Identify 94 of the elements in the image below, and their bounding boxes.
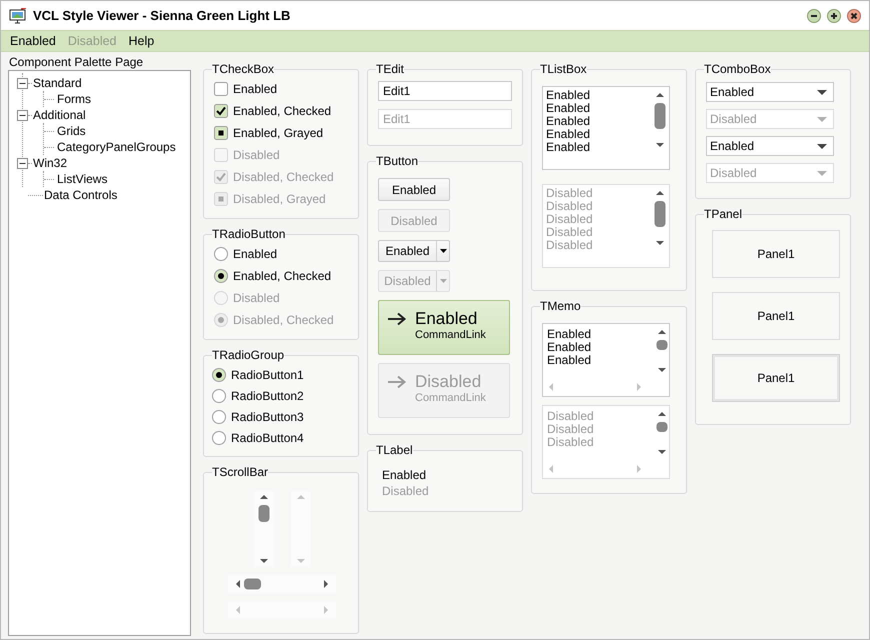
list-item[interactable]: Enabled <box>546 89 650 102</box>
text-field: Edit1 <box>378 109 512 129</box>
checkbox-label[interactable]: Enabled <box>233 82 278 96</box>
panel: Panel1 <box>712 230 840 278</box>
radio-label[interactable]: RadioButton3 <box>231 410 304 424</box>
list-box[interactable]: Enabled Enabled Enabled Enabled Enabled <box>542 86 670 170</box>
app-icon <box>9 8 27 24</box>
radio-button[interactable] <box>212 430 226 444</box>
list-item[interactable]: Enabled <box>546 128 650 141</box>
radio-label: Disabled, Checked <box>233 313 334 327</box>
maximize-button[interactable] <box>827 8 841 22</box>
tree-item[interactable]: Additional <box>33 108 86 122</box>
combo-box: Disabled <box>706 163 834 183</box>
command-link[interactable]: Enabled CommandLink <box>378 300 510 355</box>
window-title: VCL Style Viewer - Sienna Green Light LB <box>33 8 292 23</box>
collapse-icon[interactable] <box>17 78 28 88</box>
caret-icon <box>440 249 446 253</box>
group-title: TLabel <box>376 443 413 457</box>
tree-item[interactable]: CategoryPanelGroups <box>57 140 176 154</box>
collapse-icon[interactable] <box>17 110 28 120</box>
tree-view[interactable]: Standard Forms Additional Grids CategoryPanelGroups Win32 ListViews Data Controls <box>8 70 191 636</box>
split-button: Disabled <box>378 270 450 292</box>
list-item[interactable]: Enabled <box>546 102 650 115</box>
checkbox-label: Disabled, Grayed <box>233 192 326 206</box>
panel: Panel1 <box>712 292 840 340</box>
list-item: Disabled <box>546 200 594 213</box>
tree-item[interactable]: Data Controls <box>44 188 118 202</box>
group-title: TButton <box>376 154 418 168</box>
tree-item[interactable]: ListViews <box>57 172 108 186</box>
push-button[interactable]: Enabled <box>378 178 450 201</box>
minimize-button[interactable] <box>807 8 821 22</box>
radio-label[interactable]: RadioButton2 <box>231 388 304 402</box>
checkbox-label[interactable]: Enabled, Checked <box>233 104 332 118</box>
tree-item[interactable]: Win32 <box>33 156 68 170</box>
group-title: TRadioButton <box>212 227 286 241</box>
label-text: Disabled <box>382 483 430 499</box>
menu-item[interactable]: Enabled <box>5 34 61 48</box>
text-field[interactable]: Edit1 <box>378 81 512 101</box>
tree-item[interactable]: Grids <box>57 124 86 138</box>
radio-label: Disabled <box>233 291 280 305</box>
memo-field[interactable]: Enabled Enabled Enabled <box>542 323 670 397</box>
combo-box: Disabled <box>706 109 834 129</box>
combo-box[interactable]: Enabled <box>706 82 834 102</box>
memo-text: Enabled Enabled Enabled <box>546 326 592 369</box>
section-label: Component Palette Page <box>8 54 144 70</box>
memo-text: Disabled Disabled Disabled <box>546 408 595 451</box>
list-item[interactable]: Enabled <box>546 141 650 154</box>
radio-button[interactable] <box>212 368 226 382</box>
group-title: TScrollBar <box>212 465 268 479</box>
list-item[interactable]: Enabled <box>546 115 650 128</box>
radio-label[interactable]: RadioButton1 <box>231 368 304 382</box>
menu-item[interactable]: Help <box>124 34 160 48</box>
split-button[interactable]: Enabled <box>378 240 450 262</box>
tree-item[interactable]: Forms <box>57 92 91 106</box>
push-button: Disabled <box>378 209 450 232</box>
group-title: TRadioGroup <box>212 348 284 362</box>
checkbox-label: Disabled <box>233 148 280 162</box>
radio-label[interactable]: Enabled <box>233 247 278 261</box>
radio-button[interactable] <box>212 388 226 402</box>
group-title: TMemo <box>540 299 581 313</box>
arrow-icon <box>387 375 407 389</box>
arrow-icon <box>387 312 407 326</box>
list-item: Disabled <box>546 187 594 200</box>
group-title: TCheckBox <box>212 62 274 76</box>
radio-button[interactable] <box>212 410 226 424</box>
collapse-icon[interactable] <box>17 158 28 168</box>
caret-icon <box>817 116 827 122</box>
caret-icon <box>440 279 446 283</box>
checkbox-label[interactable]: Enabled, Grayed <box>233 126 324 140</box>
menu-item: Disabled <box>66 34 118 48</box>
group-title: TListBox <box>540 62 587 76</box>
panel: Panel1 <box>712 354 840 402</box>
caret-icon <box>817 144 827 148</box>
radio-label[interactable]: Enabled, Checked <box>233 269 332 283</box>
group-title: TComboBox <box>704 62 771 76</box>
radio-button[interactable] <box>214 247 228 261</box>
command-link: Disabled CommandLink <box>378 363 510 418</box>
combo-box[interactable]: Enabled <box>706 136 834 156</box>
checkbox[interactable] <box>214 126 228 140</box>
checkbox[interactable] <box>214 82 228 96</box>
radio-label[interactable]: RadioButton4 <box>231 430 304 444</box>
tree-item[interactable]: Standard <box>33 76 82 90</box>
checkbox[interactable] <box>214 104 228 118</box>
group-title: TPanel <box>704 207 742 221</box>
caret-icon <box>817 90 827 94</box>
label-text: Enabled <box>382 467 428 483</box>
list-item: Disabled <box>546 226 594 239</box>
checkbox-label: Disabled, Checked <box>233 170 334 184</box>
close-button[interactable] <box>847 8 861 22</box>
list-item: Disabled <box>546 239 594 252</box>
radio-button[interactable] <box>214 269 228 283</box>
group-title: TEdit <box>376 62 404 76</box>
caret-icon <box>817 170 827 176</box>
list-item: Disabled <box>546 213 594 226</box>
